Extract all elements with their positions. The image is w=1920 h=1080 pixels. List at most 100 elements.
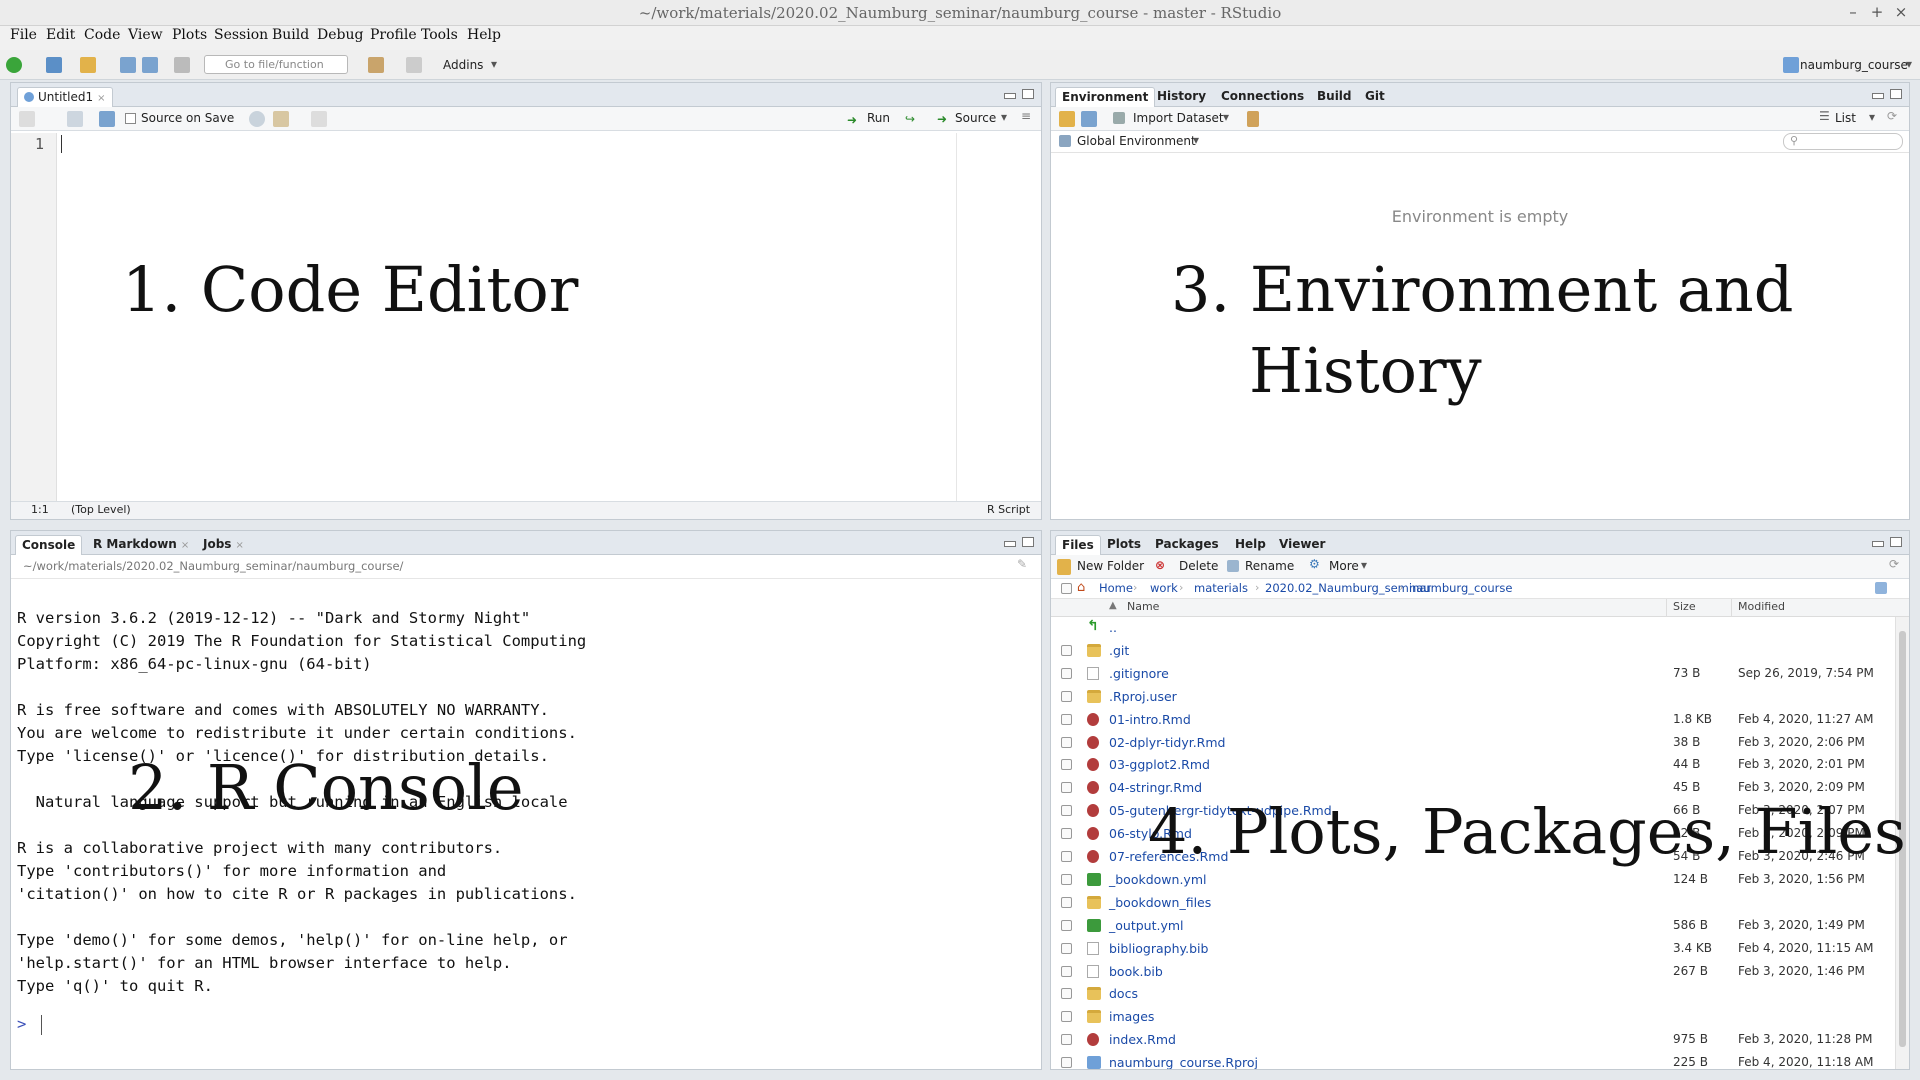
- breadcrumb-home[interactable]: Home: [1099, 581, 1133, 595]
- menu-lines-icon[interactable]: ≡: [1021, 109, 1031, 123]
- menu-file[interactable]: File: [10, 27, 37, 43]
- file-row[interactable]: _bookdown.yml 124 B Feb 3, 2020, 1:56 PM: [1051, 869, 1893, 892]
- close-icon[interactable]: ×: [181, 540, 189, 551]
- tab-build[interactable]: Build: [1311, 87, 1358, 107]
- minimize-pane-icon[interactable]: [1004, 541, 1016, 547]
- menu-view[interactable]: View: [128, 27, 163, 43]
- breadcrumb-work[interactable]: work: [1150, 581, 1178, 595]
- rerun-icon[interactable]: ↪: [905, 112, 915, 126]
- console-prompt[interactable]: >: [17, 1015, 26, 1033]
- file-checkbox[interactable]: [1061, 896, 1072, 908]
- search-icon[interactable]: [249, 111, 265, 127]
- menu-build[interactable]: Build: [272, 27, 309, 43]
- maximize-pane-icon[interactable]: [1890, 537, 1902, 547]
- menu-code[interactable]: Code: [84, 27, 120, 43]
- file-row[interactable]: _output.yml 586 B Feb 3, 2020, 1:49 PM: [1051, 915, 1893, 938]
- file-row[interactable]: _bookdown_files: [1051, 892, 1893, 915]
- print-icon[interactable]: [174, 57, 190, 73]
- column-name[interactable]: Name: [1127, 600, 1159, 613]
- load-workspace-icon[interactable]: [1059, 111, 1075, 127]
- file-row[interactable]: book.bib 267 B Feb 3, 2020, 1:46 PM: [1051, 961, 1893, 984]
- addins-menu[interactable]: Addins: [443, 58, 483, 72]
- goto-file-input[interactable]: Go to file/function: [204, 55, 348, 74]
- file-checkbox[interactable]: [1061, 736, 1072, 748]
- file-checkbox[interactable]: [1061, 644, 1072, 656]
- file-checkbox[interactable]: [1061, 805, 1072, 817]
- file-row[interactable]: images: [1051, 1006, 1893, 1029]
- file-name[interactable]: bibliography.bib: [1109, 941, 1208, 956]
- tab-environment[interactable]: Environment: [1055, 87, 1156, 107]
- global-environment-selector[interactable]: Global Environment: [1077, 134, 1196, 148]
- file-name[interactable]: _output.yml: [1109, 918, 1184, 933]
- file-name[interactable]: 02-dplyr-tidyr.Rmd: [1109, 735, 1225, 750]
- file-row[interactable]: 01-intro.Rmd 1.8 KB Feb 4, 2020, 11:27 AM: [1051, 709, 1893, 732]
- source-button[interactable]: Source: [955, 111, 996, 125]
- broom-icon[interactable]: [1247, 111, 1259, 127]
- file-name[interactable]: _bookdown.yml: [1109, 872, 1206, 887]
- console-output[interactable]: R version 3.6.2 (2019-12-12) -- "Dark an…: [11, 579, 1041, 1069]
- column-size[interactable]: Size: [1673, 600, 1696, 613]
- tab-untitled1[interactable]: Untitled1 ×: [17, 87, 113, 107]
- close-icon[interactable]: ×: [235, 540, 243, 551]
- tab-jobs[interactable]: Jobs ×: [197, 535, 250, 555]
- column-modified[interactable]: Modified: [1738, 600, 1785, 613]
- outline-icon[interactable]: [311, 111, 327, 127]
- maximize-pane-icon[interactable]: [1022, 537, 1034, 547]
- refresh-icon[interactable]: ⟳: [1889, 557, 1899, 571]
- show-in-window-icon[interactable]: [67, 111, 83, 127]
- refresh-icon[interactable]: ⟳: [1887, 109, 1897, 123]
- delete-button[interactable]: Delete: [1179, 559, 1218, 573]
- file-name[interactable]: images: [1109, 1009, 1154, 1024]
- tab-files[interactable]: Files: [1055, 535, 1101, 555]
- menu-plots[interactable]: Plots: [172, 27, 207, 43]
- file-name[interactable]: 04-stringr.Rmd: [1109, 780, 1202, 795]
- menu-debug[interactable]: Debug: [317, 27, 363, 43]
- menu-edit[interactable]: Edit: [46, 27, 75, 43]
- file-checkbox[interactable]: [1061, 828, 1072, 840]
- file-row[interactable]: .git: [1051, 640, 1893, 663]
- tab-viewer[interactable]: Viewer: [1273, 535, 1331, 555]
- select-all-checkbox[interactable]: [1061, 583, 1072, 594]
- maximize-pane-icon[interactable]: [1022, 89, 1034, 99]
- file-name[interactable]: ..: [1109, 620, 1117, 635]
- file-name[interactable]: _bookdown_files: [1109, 895, 1211, 910]
- menu-tools[interactable]: Tools: [421, 27, 458, 43]
- tab-console[interactable]: Console: [15, 535, 83, 555]
- grid-layout-icon[interactable]: [406, 57, 422, 73]
- file-checkbox[interactable]: [1061, 988, 1072, 1000]
- tab-connections[interactable]: Connections: [1215, 87, 1310, 107]
- tab-history[interactable]: History: [1151, 87, 1212, 107]
- file-checkbox[interactable]: [1061, 690, 1072, 702]
- save-all-icon[interactable]: [142, 57, 158, 73]
- file-row[interactable]: 02-dplyr-tidyr.Rmd 38 B Feb 3, 2020, 2:06 …: [1051, 732, 1893, 755]
- file-type-selector[interactable]: R Script: [987, 503, 1030, 516]
- clear-console-icon[interactable]: ✎: [1017, 557, 1027, 571]
- file-checkbox[interactable]: [1061, 873, 1072, 885]
- go-to-project-icon[interactable]: [1875, 582, 1887, 594]
- file-name[interactable]: .git: [1109, 643, 1129, 658]
- save-icon[interactable]: [120, 57, 136, 73]
- tab-git[interactable]: Git: [1359, 87, 1391, 107]
- file-row[interactable]: naumburg_course.Rproj 225 B Feb 4, 2020, 1…: [1051, 1052, 1893, 1069]
- file-checkbox[interactable]: [1061, 713, 1072, 725]
- new-folder-button[interactable]: New Folder: [1077, 559, 1144, 573]
- minimize-pane-icon[interactable]: [1872, 541, 1884, 547]
- tab-r-markdown[interactable]: R Markdown ×: [87, 535, 195, 555]
- file-row[interactable]: 03-ggplot2.Rmd 44 B Feb 3, 2020, 2:01 PM: [1051, 754, 1893, 777]
- file-name[interactable]: index.Rmd: [1109, 1032, 1176, 1047]
- run-button[interactable]: Run: [867, 111, 890, 125]
- breadcrumb-materials[interactable]: materials: [1194, 581, 1248, 595]
- maximize-button[interactable]: +: [1866, 3, 1888, 21]
- tab-help[interactable]: Help: [1229, 535, 1272, 555]
- menu-profile[interactable]: Profile: [370, 27, 417, 43]
- project-menu[interactable]: naumburg_course: [1800, 58, 1908, 72]
- file-checkbox[interactable]: [1061, 759, 1072, 771]
- file-checkbox[interactable]: [1061, 942, 1072, 954]
- file-name[interactable]: .gitignore: [1109, 666, 1169, 681]
- save-icon[interactable]: [99, 111, 115, 127]
- file-row[interactable]: .gitignore 73 B Sep 26, 2019, 7:54 PM: [1051, 663, 1893, 686]
- source-on-save-checkbox[interactable]: [125, 113, 136, 124]
- minimize-pane-icon[interactable]: [1872, 93, 1884, 99]
- file-name[interactable]: book.bib: [1109, 964, 1163, 979]
- open-file-icon[interactable]: [80, 57, 96, 73]
